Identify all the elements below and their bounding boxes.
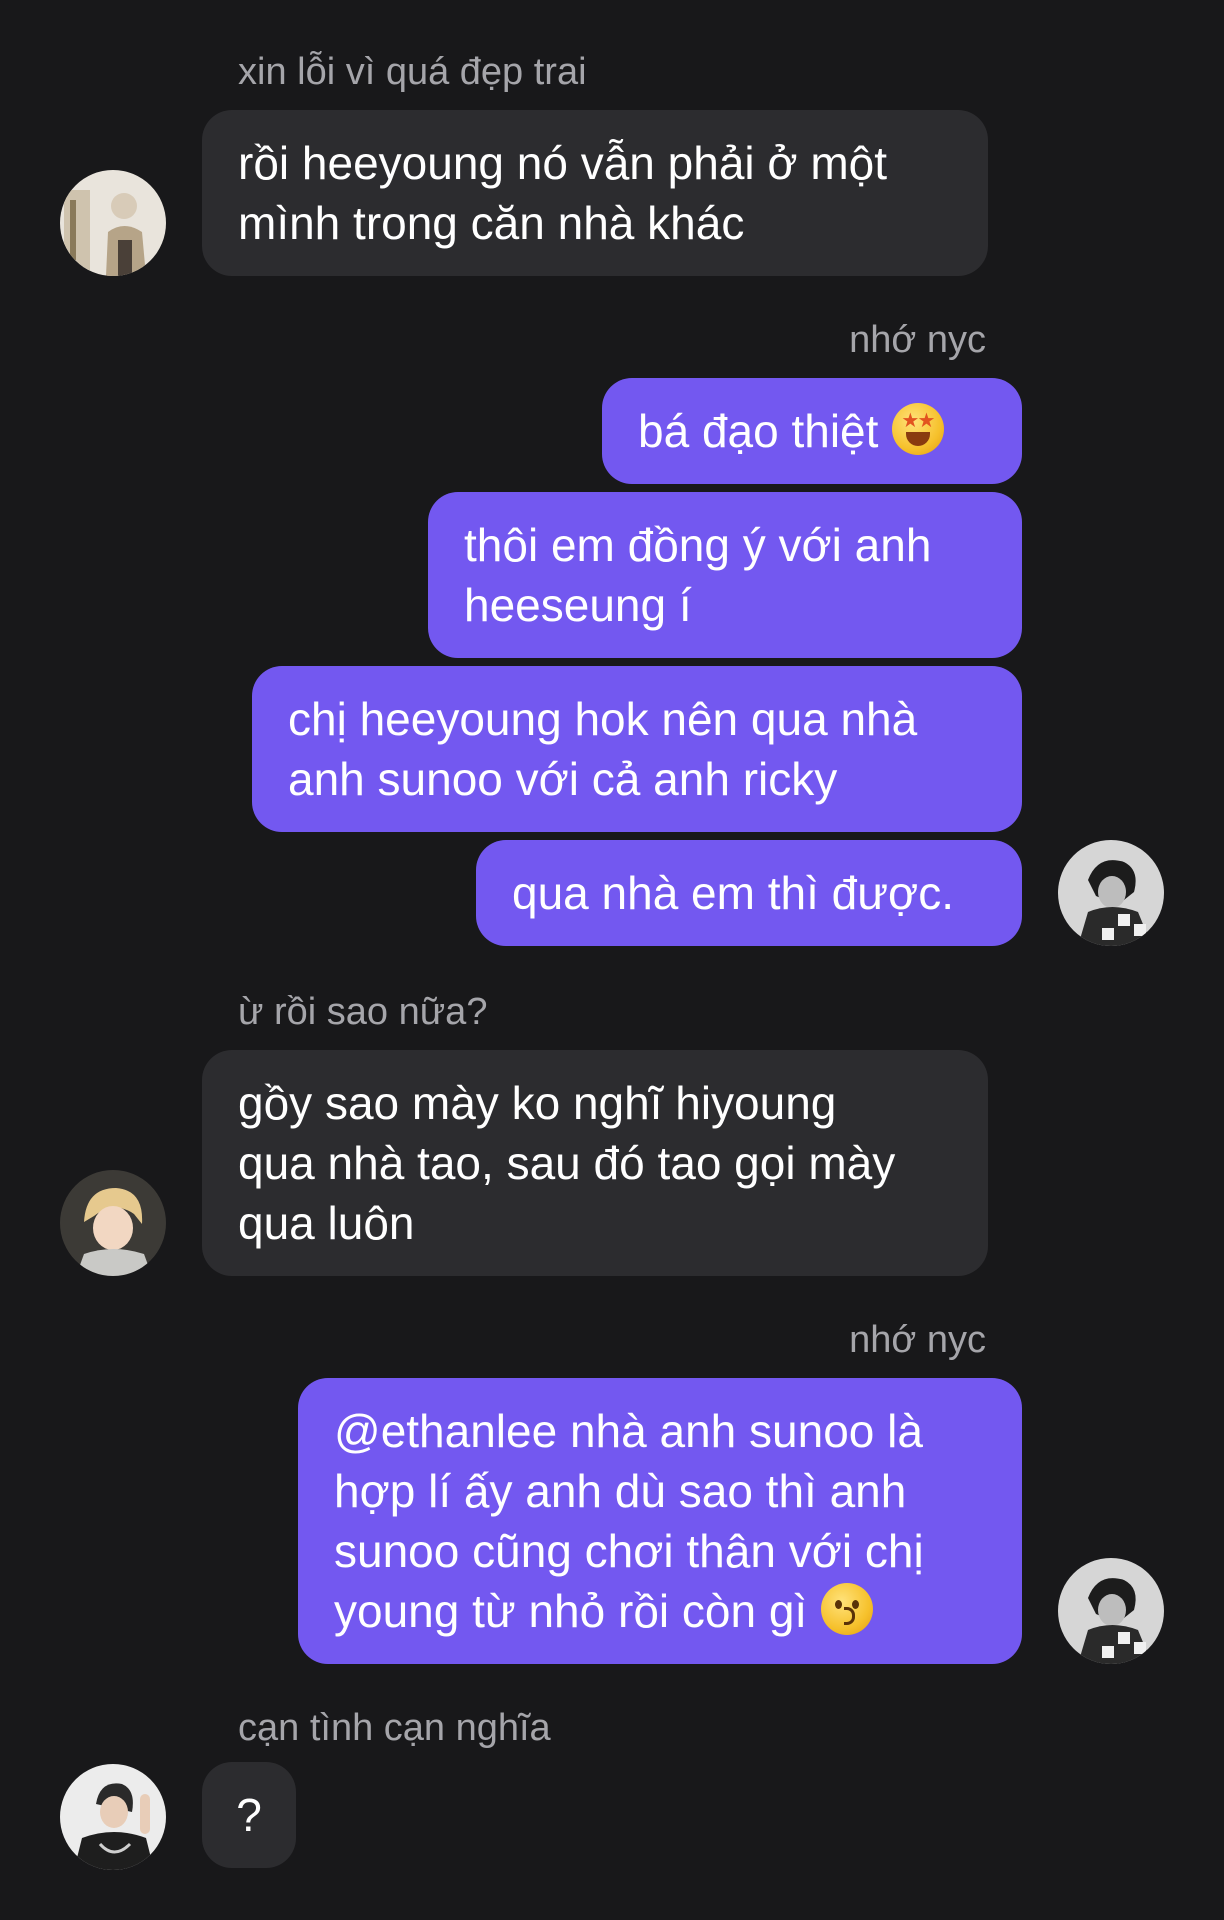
kissing-face-icon	[821, 1583, 874, 1635]
sender-name: cạn tình cạn nghĩa	[238, 1707, 551, 1749]
message-bubble-outgoing[interactable]: bá đạo thiệt	[602, 378, 1022, 484]
message-text-line: qua luôn	[238, 1197, 415, 1249]
message-bubble-incoming[interactable]: ?	[202, 1762, 296, 1868]
avatar[interactable]	[60, 1764, 166, 1870]
message-text-line: thôi em đồng ý với anh	[464, 519, 932, 571]
avatar[interactable]	[60, 170, 166, 276]
message-text: bá đạo thiệt	[638, 405, 879, 457]
message-text-line: anh sunoo với cả anh ricky	[288, 753, 838, 805]
sender-name: ừ rồi sao nữa?	[238, 991, 488, 1033]
message-text-line: heeseung í	[464, 579, 692, 631]
message-text-line: hợp lí ấy anh dù sao thì anh	[334, 1465, 907, 1517]
avatar[interactable]	[1058, 840, 1164, 946]
message-text-line: sunoo cũng chơi thân với chị	[334, 1525, 924, 1577]
message-text: qua nhà em thì được.	[512, 867, 954, 919]
message-text-line: gồy sao mày ko nghĩ hiyoung	[238, 1077, 837, 1129]
message-bubble-outgoing[interactable]: qua nhà em thì được.	[476, 840, 1022, 946]
sender-name: xin lỗi vì quá đẹp trai	[238, 51, 587, 93]
message-text-line: chị heeyoung hok nên qua nhà	[288, 693, 918, 745]
message-text-line: rồi heeyoung nó vẫn phải ở một	[238, 137, 888, 189]
sender-name: nhớ nyc	[849, 1319, 986, 1361]
star-struck-icon	[892, 403, 945, 455]
avatar[interactable]	[60, 1170, 166, 1276]
message-bubble-outgoing[interactable]: chị heeyoung hok nên qua nhà anh sunoo v…	[252, 666, 1022, 832]
message-bubble-incoming[interactable]: rồi heeyoung nó vẫn phải ở một mình tron…	[202, 110, 988, 276]
message-text-line: young từ nhỏ rồi còn gì	[334, 1585, 808, 1637]
message-bubble-outgoing[interactable]: thôi em đồng ý với anh heeseung í	[428, 492, 1022, 658]
message-text-line: mình trong căn nhà khác	[238, 197, 745, 249]
message-text-line: qua nhà tao, sau đó tao gọi mày	[238, 1137, 896, 1189]
message-text: ?	[236, 1789, 262, 1841]
avatar[interactable]	[1058, 1558, 1164, 1664]
message-text-line: @ethanlee nhà anh sunoo là	[334, 1405, 923, 1457]
message-bubble-outgoing[interactable]: @ethanlee nhà anh sunoo là hợp lí ấy anh…	[298, 1378, 1022, 1664]
sender-name: nhớ nyc	[849, 319, 986, 361]
message-bubble-incoming[interactable]: gồy sao mày ko nghĩ hiyoung qua nhà tao,…	[202, 1050, 988, 1276]
